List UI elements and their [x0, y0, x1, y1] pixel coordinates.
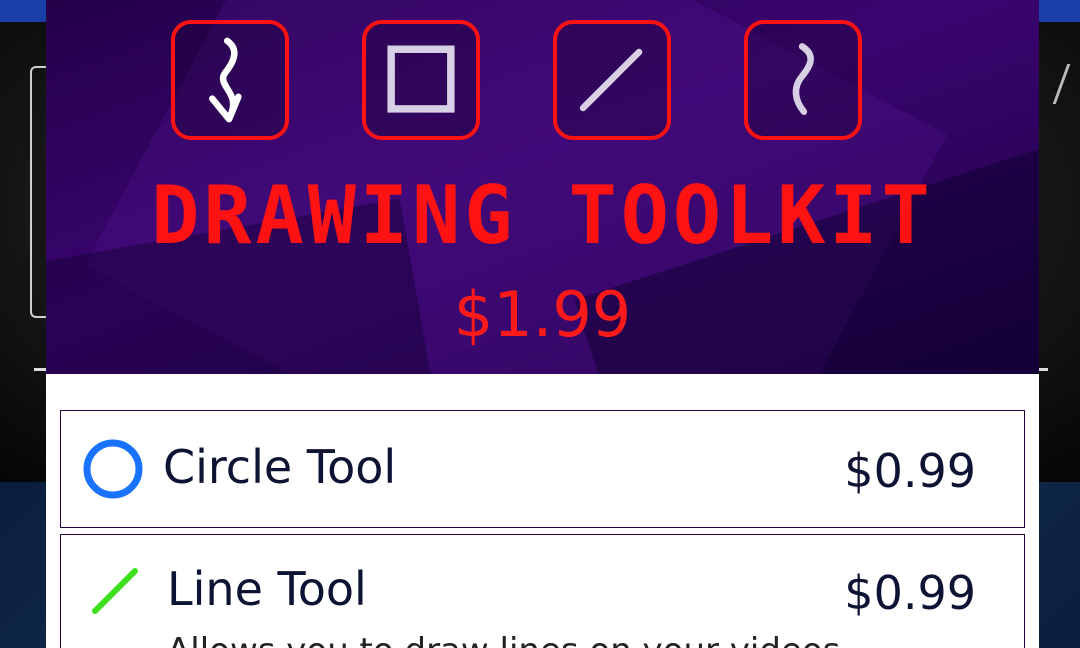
circle-icon	[83, 439, 143, 499]
store-dialog: DRAWING TOOLKIT $1.99 Circle Tool $0.99 …	[46, 0, 1039, 648]
item-name: Circle Tool	[163, 440, 397, 494]
item-price: $0.99	[844, 444, 976, 498]
line-icon	[553, 20, 671, 140]
line-tool-item[interactable]: Line Tool $0.99 Allows you to draw lines…	[60, 534, 1025, 648]
banner-price: $1.99	[453, 278, 632, 351]
square-icon	[362, 20, 480, 140]
banner-title: DRAWING TOOLKIT	[151, 169, 934, 262]
circle-tool-item[interactable]: Circle Tool $0.99	[60, 410, 1025, 528]
curved-arrow-icon	[171, 20, 289, 140]
item-name: Line Tool	[167, 562, 367, 616]
item-description: Allows you to draw lines on your videos	[167, 631, 840, 648]
item-price: $0.99	[844, 566, 976, 620]
curve-icon	[744, 20, 862, 140]
drawing-toolkit-banner[interactable]: DRAWING TOOLKIT $1.99	[46, 0, 1039, 374]
toolkit-icon-row	[171, 20, 881, 144]
line-icon	[89, 565, 141, 617]
